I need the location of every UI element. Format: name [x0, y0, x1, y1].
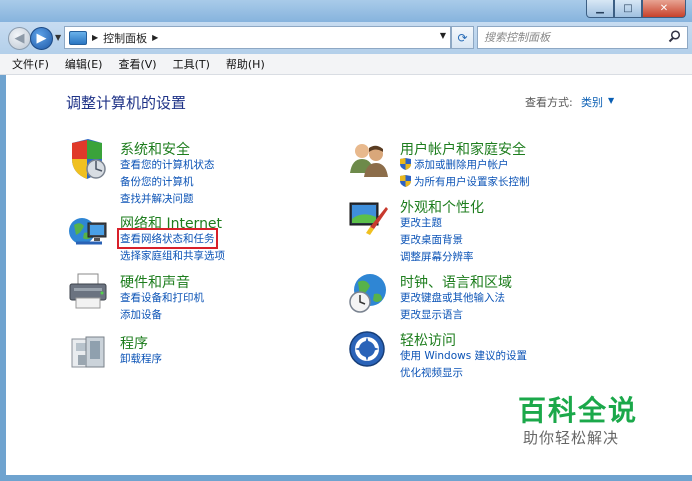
forward-button[interactable]: ▶ — [30, 27, 53, 50]
link-change-keyboard-input[interactable]: 更改键盘或其他输入法 — [400, 290, 505, 305]
link-parental-controls[interactable]: 为所有用户设置家长控制 — [400, 174, 530, 190]
link-change-theme[interactable]: 更改主题 — [400, 215, 442, 230]
chevron-down-icon[interactable]: ▼ — [608, 96, 614, 105]
link-homegroup-sharing[interactable]: 选择家庭组和共享选项 — [120, 248, 225, 263]
link-optimize-visual-display[interactable]: 优化视频显示 — [400, 365, 463, 380]
minimize-button[interactable]: ▁ — [586, 0, 614, 18]
watermark-title: 百科全说 — [518, 394, 639, 427]
category-title-programs[interactable]: 程序 — [120, 333, 148, 353]
view-by-label: 查看方式: — [525, 96, 573, 109]
maximize-button[interactable]: □ — [614, 0, 642, 18]
link-view-computer-status[interactable]: 查看您的计算机状态 — [120, 157, 215, 172]
security-shield-icon[interactable] — [68, 139, 108, 179]
refresh-button[interactable]: ⟳ — [451, 26, 474, 49]
link-change-desktop-background[interactable]: 更改桌面背景 — [400, 232, 463, 247]
search-icon[interactable] — [668, 30, 681, 46]
link-backup-computer[interactable]: 备份您的计算机 — [120, 174, 194, 189]
uac-shield-icon — [400, 175, 411, 190]
ease-of-access-icon[interactable] — [348, 330, 388, 370]
category-title-hardware-sound[interactable]: 硬件和声音 — [120, 272, 190, 292]
category-title-user-accounts[interactable]: 用户帐户和家庭安全 — [400, 139, 526, 159]
address-toolbar: ◀ ▶ ▼ ▶ 控制面板 ▶ ▼ ⟳ — [0, 22, 692, 54]
arrow-left-icon: ◀ — [14, 31, 25, 46]
menu-tools[interactable]: 工具(T) — [165, 56, 218, 72]
link-windows-recommended-settings[interactable]: 使用 Windows 建议的设置 — [400, 348, 527, 363]
menu-file[interactable]: 文件(F) — [0, 56, 57, 72]
users-icon[interactable] — [348, 139, 388, 179]
breadcrumb-separator-icon[interactable]: ▶ — [152, 33, 158, 42]
search-box[interactable] — [477, 26, 688, 49]
view-by-dropdown[interactable]: 类别 — [581, 94, 603, 110]
window-titlebar: ▁ □ ✕ — [0, 0, 692, 22]
link-change-display-language[interactable]: 更改显示语言 — [400, 307, 463, 322]
link-adjust-resolution[interactable]: 调整屏幕分辨率 — [400, 249, 474, 264]
refresh-icon: ⟳ — [457, 30, 468, 45]
link-find-fix-problems[interactable]: 查找并解决问题 — [120, 191, 194, 206]
category-title-clock-language-region[interactable]: 时钟、语言和区域 — [400, 272, 512, 292]
address-dropdown-icon[interactable]: ▼ — [440, 31, 446, 40]
control-panel-icon — [69, 30, 87, 45]
arrow-right-icon: ▶ — [36, 31, 47, 46]
link-add-remove-user-accounts[interactable]: 添加或删除用户帐户 — [400, 157, 509, 173]
watermark-subtitle: 助你轻松解决 — [523, 429, 620, 447]
search-input[interactable] — [478, 27, 666, 48]
breadcrumb-control-panel[interactable]: 控制面板 — [103, 30, 147, 46]
category-title-system-security[interactable]: 系统和安全 — [120, 139, 190, 159]
breadcrumb-separator-icon[interactable]: ▶ — [92, 33, 98, 42]
link-uninstall-program[interactable]: 卸载程序 — [120, 351, 162, 366]
link-view-network-status[interactable]: 查看网络状态和任务 — [117, 228, 218, 249]
clock-globe-icon[interactable] — [348, 272, 388, 313]
menu-bar: 文件(F) 编辑(E) 查看(V) 工具(T) 帮助(H) — [0, 54, 692, 75]
appearance-icon[interactable] — [348, 197, 388, 237]
link-view-devices-printers[interactable]: 查看设备和打印机 — [120, 290, 204, 305]
network-globe-icon[interactable] — [68, 213, 108, 253]
window-bottom-border — [0, 475, 692, 481]
programs-icon[interactable] — [68, 333, 108, 373]
menu-edit[interactable]: 编辑(E) — [57, 56, 111, 72]
recent-pages-dropdown-icon[interactable]: ▼ — [55, 33, 61, 42]
menu-view[interactable]: 查看(V) — [110, 56, 164, 72]
control-panel-content: 调整计算机的设置 查看方式: 类别 ▼ 系统和安全 查看您的计算机状态 备份您的… — [6, 75, 692, 475]
link-label[interactable]: 为所有用户设置家长控制 — [414, 176, 530, 188]
category-title-appearance[interactable]: 外观和个性化 — [400, 197, 484, 217]
window-controls: ▁ □ ✕ — [586, 0, 686, 18]
link-add-device[interactable]: 添加设备 — [120, 307, 162, 322]
link-label[interactable]: 添加或删除用户帐户 — [414, 159, 509, 171]
category-title-network-internet[interactable]: 网络和 Internet — [120, 213, 222, 233]
address-path-box[interactable]: ▶ 控制面板 ▶ ▼ — [64, 26, 451, 49]
page-title: 调整计算机的设置 — [66, 94, 187, 112]
back-button[interactable]: ◀ — [8, 27, 31, 50]
menu-help[interactable]: 帮助(H) — [218, 56, 273, 72]
printer-icon[interactable] — [68, 272, 108, 312]
uac-shield-icon — [400, 158, 411, 173]
category-title-ease-of-access[interactable]: 轻松访问 — [400, 330, 456, 350]
close-button[interactable]: ✕ — [642, 0, 686, 18]
